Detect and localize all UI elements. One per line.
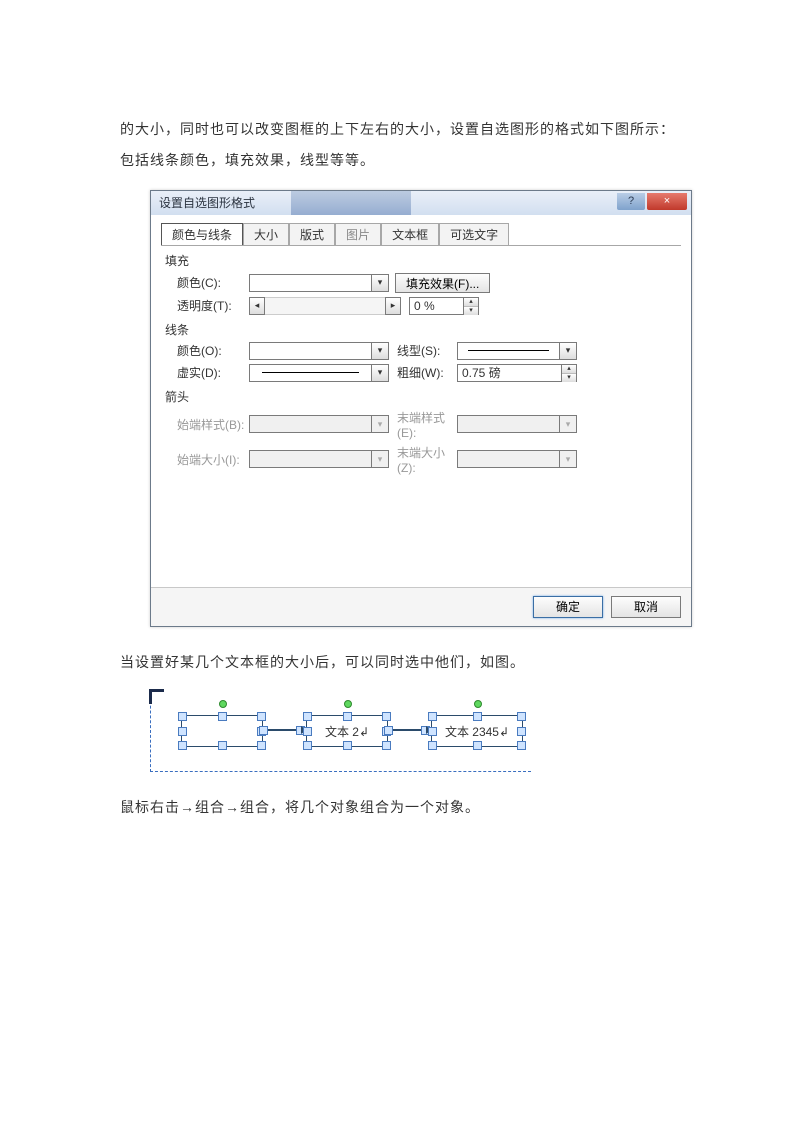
line-style-combo[interactable] — [457, 342, 577, 360]
dialog-title: 设置自选图形格式 — [159, 194, 255, 211]
tab-colors-lines[interactable]: 颜色与线条 — [161, 223, 243, 245]
begin-style-label: 始端样式(B): — [177, 416, 249, 433]
textbox-3-label: 文本 2345↲ — [445, 723, 509, 740]
connector-arrow-2[interactable] — [388, 729, 426, 731]
connector-arrow-1[interactable] — [263, 729, 301, 731]
begin-style-combo — [249, 415, 389, 433]
ok-button[interactable]: 确定 — [533, 596, 603, 618]
slider-right-icon[interactable]: ▸ — [385, 297, 401, 315]
end-style-label: 末端样式(E): — [397, 409, 457, 440]
fill-color-label: 颜色(C): — [177, 274, 249, 291]
line-style-label: 线型(S): — [397, 342, 457, 359]
tab-size[interactable]: 大小 — [243, 223, 289, 245]
textbox-2-label: 文本 2↲ — [325, 723, 369, 740]
dialog-tabs: 颜色与线条 大小 版式 图片 文本框 可选文字 — [161, 223, 681, 246]
transparency-slider[interactable]: ◂ ▸ — [249, 297, 401, 315]
line-color-label: 颜色(O): — [177, 342, 249, 359]
line-dash-combo[interactable] — [249, 364, 389, 382]
fill-section-label: 填充 — [165, 252, 681, 269]
begin-size-label: 始端大小(I): — [177, 451, 249, 468]
grouped-textboxes-figure: 文本 2↲ 文本 2345↲ — [150, 691, 531, 772]
line-section-label: 线条 — [165, 321, 681, 338]
end-size-label: 末端大小(Z): — [397, 444, 457, 475]
tab-alt-text[interactable]: 可选文字 — [439, 223, 509, 245]
line-color-combo[interactable] — [249, 342, 389, 360]
intro-paragraph: 的大小，同时也可以改变图框的上下左右的大小，设置自选图形的格式如下图所示：包括线… — [120, 114, 680, 176]
chevron-down-icon[interactable] — [371, 275, 388, 291]
fill-effects-button[interactable]: 填充效果(F)... — [395, 273, 490, 293]
tab-picture: 图片 — [335, 223, 381, 245]
transparency-input[interactable]: 0 % ▴▾ — [409, 297, 479, 315]
line-weight-input[interactable]: 0.75 磅 ▴▾ — [457, 364, 577, 382]
line-dash-label: 虚实(D): — [177, 364, 249, 381]
begin-size-combo — [249, 450, 389, 468]
end-style-combo — [457, 415, 577, 433]
chevron-down-icon[interactable] — [371, 343, 388, 359]
end-size-combo — [457, 450, 577, 468]
textbox-3[interactable]: 文本 2345↲ — [431, 715, 523, 747]
textbox-1[interactable] — [181, 715, 263, 747]
chevron-down-icon[interactable] — [559, 343, 576, 359]
chevron-down-icon[interactable] — [371, 365, 388, 381]
format-autoshape-dialog: 设置自选图形格式 ? × 颜色与线条 大小 版式 图片 文本框 可选文字 填充 … — [150, 190, 692, 627]
line-weight-label: 粗细(W): — [397, 364, 457, 381]
help-button[interactable]: ? — [617, 193, 645, 210]
close-button[interactable]: × — [647, 193, 687, 210]
end-paragraph: 鼠标右击→组合→组合，将几个对象组合为一个对象。 — [120, 792, 680, 823]
arrow-section-label: 箭头 — [165, 388, 681, 405]
tab-layout[interactable]: 版式 — [289, 223, 335, 245]
transparency-label: 透明度(T): — [177, 297, 249, 314]
slider-left-icon[interactable]: ◂ — [249, 297, 265, 315]
cancel-button[interactable]: 取消 — [611, 596, 681, 618]
fill-color-combo[interactable] — [249, 274, 389, 292]
tab-textbox[interactable]: 文本框 — [381, 223, 439, 245]
dialog-titlebar[interactable]: 设置自选图形格式 ? × — [151, 191, 691, 215]
mid-paragraph: 当设置好某几个文本框的大小后，可以同时选中他们，如图。 — [120, 647, 680, 678]
textbox-2[interactable]: 文本 2↲ — [306, 715, 388, 747]
